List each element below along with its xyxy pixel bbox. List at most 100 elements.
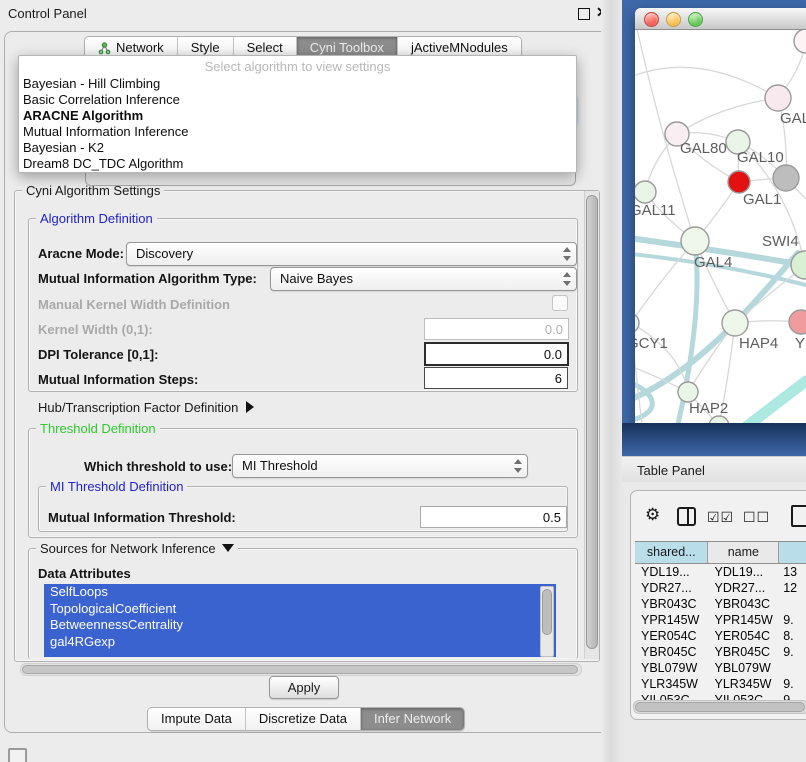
mi-type-value: Naive Bayes (280, 271, 353, 286)
threshold-definition-title: Threshold Definition (36, 421, 160, 436)
column-header-name[interactable]: name (708, 542, 779, 563)
hub-factor-expander[interactable]: Hub/Transcription Factor Definition (38, 400, 254, 415)
scrollbar-thumb[interactable] (22, 665, 578, 674)
node-label-gal11: GAL11 (635, 202, 676, 219)
node-label-y: Y (795, 335, 805, 352)
attribute-item-topologicalcoefficient[interactable]: TopologicalCoefficient (44, 601, 556, 618)
network-node-gal[interactable] (765, 85, 791, 111)
node-label-gal80: GAL80 (680, 140, 727, 157)
close-window-icon[interactable] (644, 12, 659, 27)
node-label-gal10: GAL10 (737, 149, 784, 166)
network-node-gal1[interactable] (728, 171, 750, 193)
data-attributes-list[interactable]: SelfLoopsTopologicalCoefficientBetweenne… (44, 584, 556, 657)
table-cell: YLR345W (709, 676, 780, 692)
attribute-item-betweennesscentrality[interactable]: BetweennessCentrality (44, 617, 556, 634)
unchecked-columns-icon[interactable]: ☐☐ (743, 509, 770, 526)
table-row[interactable]: YBR045CYBR045C9. (635, 644, 806, 660)
algorithm-option-bayesian-k2[interactable]: Bayesian - K2 (23, 140, 104, 156)
algorithm-definition-title: Algorithm Definition (36, 211, 157, 226)
column-header-shared[interactable]: shared... (635, 542, 708, 563)
table-cell: YER054C (709, 628, 780, 644)
float-panel-icon[interactable] (578, 8, 590, 20)
table-horizontal-scrollbar[interactable] (633, 700, 806, 714)
network-node-gal4[interactable] (681, 227, 709, 255)
settings-vertical-scrollbar[interactable] (584, 191, 599, 659)
algorithm-option-mutual-information-inference[interactable]: Mutual Information Inference (23, 124, 188, 140)
node-label-hap2: HAP2 (689, 400, 728, 417)
attribute-item-selfloops[interactable]: SelfLoops (44, 584, 556, 601)
apply-button[interactable]: Apply (269, 676, 339, 699)
tab-label: Infer Network (374, 708, 451, 730)
tab-label: Discretize Data (259, 708, 347, 730)
split-view-icon[interactable] (677, 507, 696, 526)
list-scrollbar[interactable] (540, 586, 554, 657)
settings-horizontal-scrollbar[interactable] (20, 663, 582, 676)
network-edge[interactable] (635, 67, 778, 98)
checked-columns-icon[interactable]: ☑☑ (707, 509, 734, 526)
manual-kernel-checkbox[interactable] (552, 295, 568, 311)
table-cell: YDR27... (709, 580, 780, 596)
mi-steps-input[interactable] (424, 367, 568, 389)
algorithm-option-basic-correlation-inference[interactable]: Basic Correlation Inference (23, 92, 180, 108)
network-node-gal11[interactable] (635, 181, 656, 203)
network-node-y[interactable] (789, 310, 806, 334)
table-panel-container: ⚙ ☑☑ ☐☐ shared...name YDL19...YDL19...13YD… (630, 490, 806, 720)
network-node[interactable] (773, 165, 799, 191)
attribute-item-gal4rgexp[interactable]: gal4RGexp (44, 634, 556, 651)
panel-splitter[interactable] (601, 0, 622, 762)
table-row[interactable]: YER054CYER054C8. (635, 628, 806, 644)
network-node-hap2[interactable] (678, 382, 698, 402)
settings-gear-icon[interactable]: ⚙ (645, 506, 661, 523)
network-icon (98, 42, 111, 55)
minimize-window-icon[interactable] (666, 12, 681, 27)
node-label-gal1: GAL1 (743, 191, 781, 208)
table-row[interactable]: YDR27...YDR27...12 (635, 580, 806, 596)
scrollbar-thumb[interactable] (586, 195, 598, 649)
table-cell: YBR045C (709, 644, 780, 660)
column-header-2[interactable] (779, 542, 806, 563)
network-graph[interactable]: GALGAL80GAL10GAL1GAL11SWI4GAL4GCY1HAP4YH… (635, 30, 806, 423)
scrollbar-thumb[interactable] (542, 589, 552, 635)
table-row[interactable]: YPR145WYPR145W9. (635, 612, 806, 628)
table-cell: YBR045C (635, 644, 709, 660)
network-edge[interactable] (677, 98, 778, 134)
kernel-width-input[interactable] (424, 318, 569, 340)
desktop-shadow-strip (622, 423, 806, 456)
dpi-tolerance-label: DPI Tolerance [0,1]: (38, 347, 158, 362)
aracne-mode-label: Aracne Mode: (38, 246, 124, 261)
table-cell: YER054C (635, 628, 709, 644)
zoom-window-icon[interactable] (688, 12, 703, 27)
node-label-gal: GAL (780, 110, 806, 127)
which-threshold-label: Which threshold to use: (84, 459, 232, 474)
tab-infer-network[interactable]: Infer Network (360, 708, 464, 730)
aracne-mode-select[interactable]: Discovery (126, 242, 577, 266)
mi-threshold-input[interactable] (420, 506, 567, 528)
network-edge[interactable] (746, 381, 806, 423)
mi-type-select[interactable]: Naive Bayes (270, 267, 577, 291)
table-row[interactable]: YDL19...YDL19...13 (635, 564, 806, 580)
table-row[interactable]: YLR345WYLR345W9. (635, 676, 806, 692)
new-table-icon[interactable] (791, 505, 806, 527)
table-cell: 9. (779, 644, 806, 660)
dock-mini-icon[interactable] (8, 748, 27, 762)
stepper-icon (513, 459, 522, 473)
network-node-hap4[interactable] (722, 310, 748, 336)
table-cell: 9. (779, 676, 806, 692)
sources-group-title: Sources for Network Inference (36, 541, 238, 556)
dpi-tolerance-input[interactable] (424, 342, 569, 366)
network-node-gcy1[interactable] (635, 313, 639, 333)
table-cell: YPR145W (709, 612, 780, 628)
network-edge[interactable] (635, 241, 695, 323)
table-row[interactable]: YBR043CYBR043C (635, 596, 806, 612)
tab-impute-data[interactable]: Impute Data (148, 708, 245, 730)
network-node[interactable] (794, 30, 806, 53)
node-label-hap4: HAP4 (739, 335, 778, 352)
algorithm-option-bayesian-hill-climbing[interactable]: Bayesian - Hill Climbing (23, 76, 160, 92)
network-window-titlebar[interactable] (635, 8, 806, 30)
algorithm-option-dream8-dc-tdc-algorithm[interactable]: Dream8 DC_TDC Algorithm (23, 156, 183, 172)
table-row[interactable]: YBL079WYBL079W (635, 660, 806, 676)
algorithm-option-aracne-algorithm[interactable]: ARACNE Algorithm (23, 108, 143, 124)
which-threshold-select[interactable]: MI Threshold (232, 454, 528, 478)
tab-discretize-data[interactable]: Discretize Data (245, 708, 360, 730)
scrollbar-thumb[interactable] (635, 702, 805, 712)
